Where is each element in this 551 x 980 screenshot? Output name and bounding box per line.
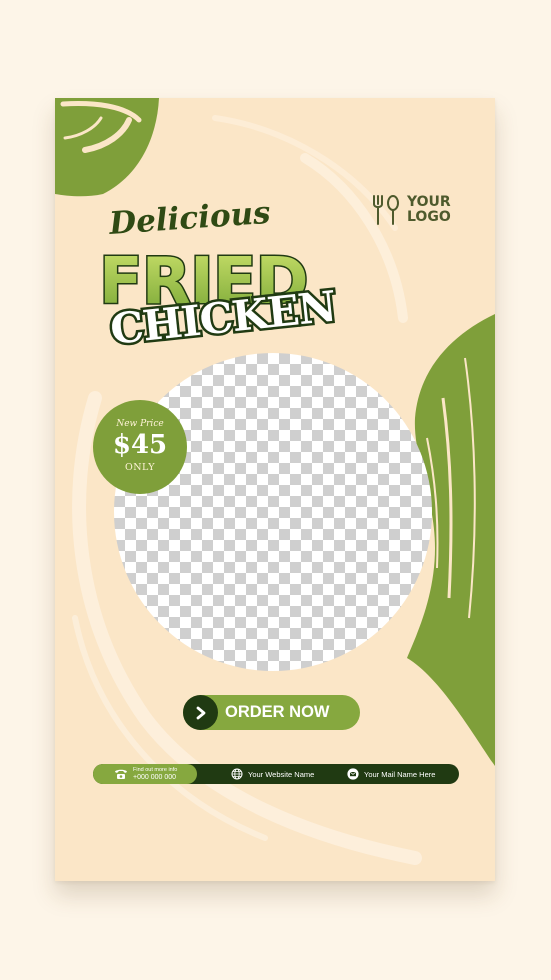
food-photo-placeholder bbox=[114, 353, 432, 671]
website-text: Your Website Name bbox=[248, 769, 315, 779]
phone-caption: Find out more info bbox=[133, 766, 178, 773]
headline-script: Delicious bbox=[107, 195, 272, 242]
website-info[interactable]: Your Website Name bbox=[231, 764, 314, 784]
phone-info[interactable]: Find out more info +000 000 000 bbox=[114, 764, 177, 784]
headline-group: Delicious FRIED CHICKEN bbox=[98, 195, 341, 357]
flyer-card: YOUR LOGO Delicious FRIED CHICKEN New Pr… bbox=[55, 98, 495, 881]
mail-info[interactable]: Your Mail Name Here bbox=[347, 764, 435, 784]
contact-info-bar: Find out more info +000 000 000 Your Web… bbox=[93, 764, 459, 784]
phone-number: +000 000 000 bbox=[133, 773, 177, 781]
order-now-label: ORDER NOW bbox=[225, 703, 330, 721]
badge-only-label: ONLY bbox=[124, 462, 156, 473]
chevron-right-icon bbox=[183, 695, 218, 730]
badge-price: $45 bbox=[112, 430, 168, 460]
order-now-button[interactable]: ORDER NOW bbox=[183, 695, 360, 730]
globe-icon bbox=[231, 768, 243, 780]
mail-text: Your Mail Name Here bbox=[364, 769, 436, 779]
price-badge: New Price $45 ONLY bbox=[93, 400, 187, 494]
phone-icon bbox=[115, 769, 127, 779]
badge-label: New Price bbox=[116, 419, 164, 429]
mail-icon bbox=[347, 768, 359, 780]
